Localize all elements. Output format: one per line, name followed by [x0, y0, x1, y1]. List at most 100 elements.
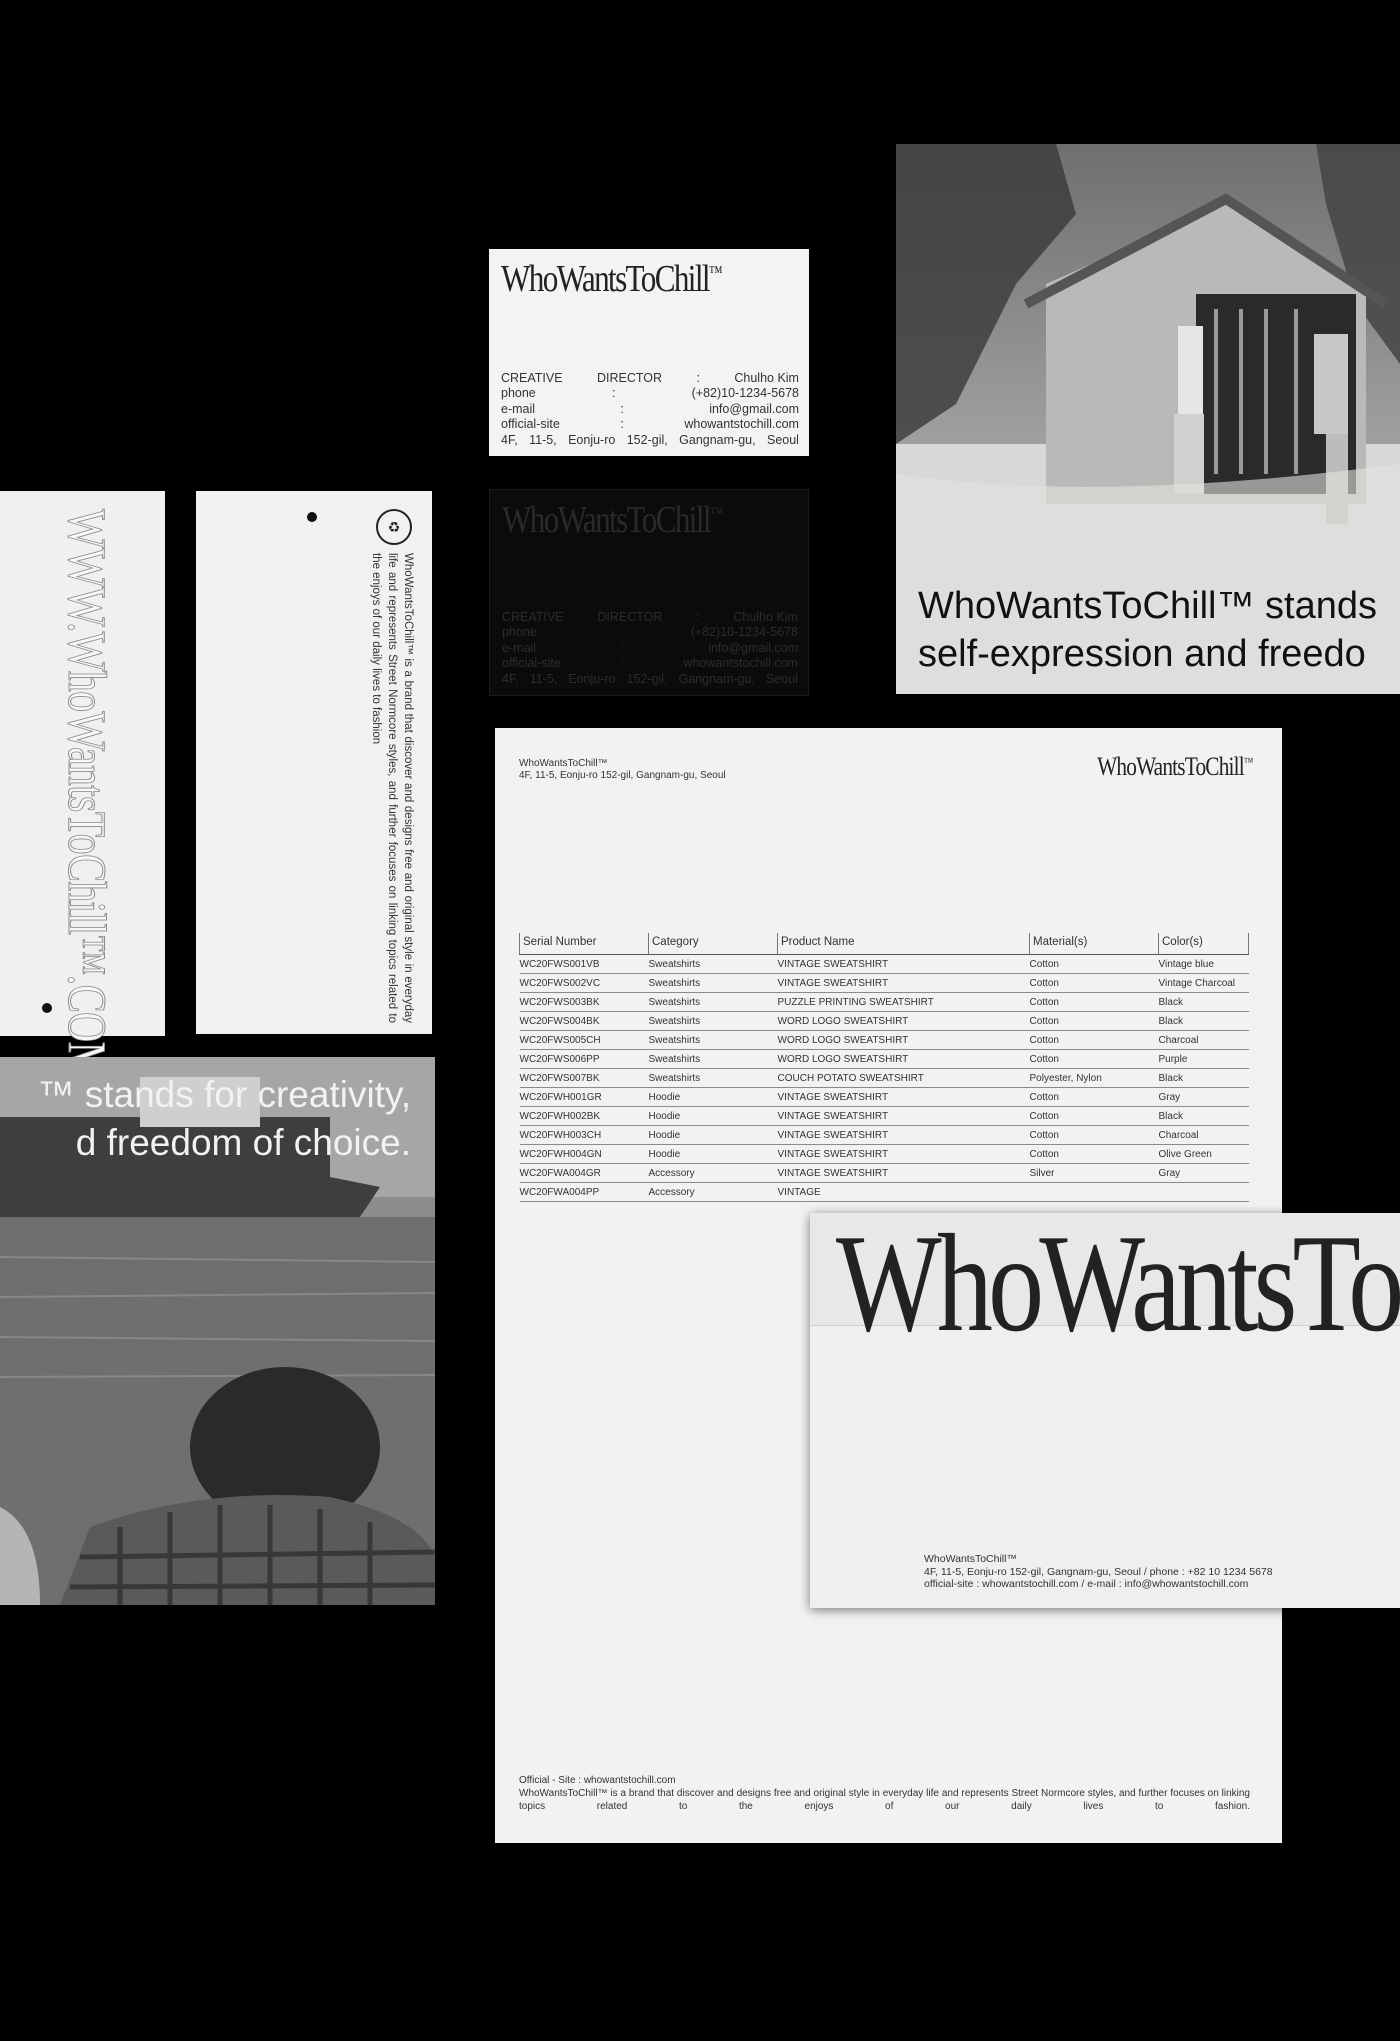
table-cell: Accessory — [648, 1182, 778, 1202]
table-cell: Vintage Charcoal — [1158, 973, 1249, 993]
table-cell: Vintage blue — [1158, 954, 1249, 974]
table-cell: Cotton — [1029, 1011, 1159, 1031]
table-row: WC20FWS006PP Sweatshirts WORD LOGO SWEATSH… — [519, 1049, 1249, 1069]
table-cell: VINTAGE SWEATSHIRT — [777, 1144, 1030, 1164]
table-cell: WC20FWS002VC — [519, 973, 649, 993]
business-card-white: WhoWantsToChill™ CREATIVE DIRECTOR: Chulho… — [489, 249, 809, 456]
table-row: WC20FWS004BK Sweatshirts WORD LOGO SWEATSH… — [519, 1011, 1249, 1031]
tag-hole — [307, 512, 317, 522]
table-cell: WC20FWS005CH — [519, 1030, 649, 1050]
card-logo: WhoWantsToChill™ — [501, 258, 723, 300]
envelope: WhoWantsToC WhoWantsToChill™ 4F, 11-5, E… — [810, 1206, 1400, 1608]
table-cell: Silver — [1029, 1163, 1159, 1183]
table-cell: Hoodie — [648, 1106, 778, 1126]
card-info: CREATIVE DIRECTOR: Chulho Kim phone: (+82)1… — [502, 609, 798, 686]
table-cell: WC20FWH004GN — [519, 1144, 649, 1164]
table-cell: VINTAGE SWEATSHIRT — [777, 1087, 1030, 1107]
table-cell — [1158, 1182, 1249, 1202]
table-cell: WC20FWS006PP — [519, 1049, 649, 1069]
table-cell: WC20FWS004BK — [519, 1011, 649, 1031]
table-cell: Charcoal — [1158, 1030, 1249, 1050]
envelope-big-logo: WhoWantsToC — [836, 1206, 1400, 1361]
table-cell: WC20FWS001VB — [519, 954, 649, 974]
table-cell: Cotton — [1029, 1049, 1159, 1069]
table-cell: VINTAGE SWEATSHIRT — [777, 973, 1030, 993]
table-cell: Sweatshirts — [648, 954, 778, 974]
poster-headline: ™ stands for creativity, d freedom of ch… — [37, 1074, 411, 1163]
tag-copy-text: WhoWantsToChill™ is a brand that discove… — [370, 553, 414, 1023]
table-cell: Sweatshirts — [648, 1049, 778, 1069]
table-cell: WC20FWS003BK — [519, 992, 649, 1012]
table-row: WC20FWS003BK Sweatshirts PUZZLE PRINTING S… — [519, 992, 1249, 1012]
card-info: CREATIVE DIRECTOR: Chulho Kim phone: (+82)1… — [501, 370, 799, 447]
column-header: Category — [648, 933, 778, 955]
table-cell: Cotton — [1029, 954, 1159, 974]
hang-tag-copy: ♻ WhoWantsToChill™ is a brand that disco… — [196, 491, 432, 1034]
table-row: WC20FWS001VB Sweatshirts VINTAGE SWEATSHIR… — [519, 954, 1249, 974]
poster-headline: WhoWantsToChill™ stands self-expression … — [918, 585, 1377, 675]
table-cell: WC20FWH001GR — [519, 1087, 649, 1107]
table-row: WC20FWA004GR Accessory VINTAGE SWEATSHIRT S… — [519, 1163, 1249, 1183]
table-cell: Gray — [1158, 1163, 1249, 1183]
table-cell: Gray — [1158, 1087, 1249, 1107]
business-card-black: WhoWantsToChill™ CREATIVE DIRECTOR: Chulho… — [489, 489, 809, 696]
letterhead-logo: WhoWantsToChill™ — [1096, 752, 1253, 781]
table-cell: Hoodie — [648, 1144, 778, 1164]
table-row: WC20FWS005CH Sweatshirts WORD LOGO SWEATSH… — [519, 1030, 1249, 1050]
tag-hole — [42, 1003, 52, 1013]
table-row: WC20FWS007BK Sweatshirts COUCH POTATO SWEA… — [519, 1068, 1249, 1088]
column-header: Serial Number — [519, 933, 649, 955]
table-cell: WC20FWH003CH — [519, 1125, 649, 1145]
column-header: Material(s) — [1029, 933, 1159, 955]
table-cell: WORD LOGO SWEATSHIRT — [777, 1011, 1030, 1031]
table-cell: Accessory — [648, 1163, 778, 1183]
table-cell: Purple — [1158, 1049, 1249, 1069]
table-row: WC20FWA004PP Accessory VINTAGE — [519, 1182, 1249, 1202]
table-cell: VINTAGE SWEATSHIRT — [777, 1106, 1030, 1126]
table-cell: WC20FWH002BK — [519, 1106, 649, 1126]
table-cell: VINTAGE SWEATSHIRT — [777, 954, 1030, 974]
table-cell: Black — [1158, 992, 1249, 1012]
poster-photo-harbor: ™ stands for creativity, d freedom of ch… — [0, 1057, 435, 1605]
table-cell: WC20FWA004PP — [519, 1182, 649, 1202]
table-row: WC20FWH003CH Hoodie VINTAGE SWEATSHIRT Cott… — [519, 1125, 1249, 1145]
table-cell: Polyester, Nylon — [1029, 1068, 1159, 1088]
table-header-row: Serial Number Category Product Name Mate… — [519, 933, 1249, 955]
product-table: Serial Number Category Product Name Mate… — [519, 933, 1249, 1202]
table-cell: Black — [1158, 1011, 1249, 1031]
table-cell: Cotton — [1029, 1087, 1159, 1107]
table-row: WC20FWH002BK Hoodie VINTAGE SWEATSHIRT Cott… — [519, 1106, 1249, 1126]
table-cell: Black — [1158, 1106, 1249, 1126]
recycle-seal-icon: ♻ — [376, 509, 412, 545]
table-cell: Cotton — [1029, 1106, 1159, 1126]
table-cell: Cotton — [1029, 1125, 1159, 1145]
table-cell: Sweatshirts — [648, 992, 778, 1012]
table-cell: Cotton — [1029, 1030, 1159, 1050]
poster-photo-shed: WhoWantsToChill™ stands self-expression … — [896, 144, 1400, 694]
table-cell: Cotton — [1029, 992, 1159, 1012]
table-cell: VINTAGE SWEATSHIRT — [777, 1163, 1030, 1183]
table-cell: WC20FWA004GR — [519, 1163, 649, 1183]
table-cell: Olive Green — [1158, 1144, 1249, 1164]
card-logo: WhoWantsToChill™ — [502, 499, 724, 541]
table-cell: Sweatshirts — [648, 1068, 778, 1088]
table-cell: WC20FWS007BK — [519, 1068, 649, 1088]
table-cell: VINTAGE — [777, 1182, 1030, 1202]
letterhead-footer: Official - Site : whowantstochill.com Wh… — [519, 1775, 1250, 1812]
table-cell: Cotton — [1029, 973, 1159, 993]
table-cell: Sweatshirts — [648, 1030, 778, 1050]
table-cell: Sweatshirts — [648, 973, 778, 993]
table-row: WC20FWH004GN Hoodie VINTAGE SWEATSHIRT Cott… — [519, 1144, 1249, 1164]
table-cell: Hoodie — [648, 1125, 778, 1145]
table-cell: COUCH POTATO SWEATSHIRT — [777, 1068, 1030, 1088]
table-cell: Sweatshirts — [648, 1011, 778, 1031]
table-cell: WORD LOGO SWEATSHIRT — [777, 1049, 1030, 1069]
letterhead-address: WhoWantsToChill™ 4F, 11-5, Eonju-ro 152-… — [519, 758, 726, 781]
column-header: Product Name — [777, 933, 1030, 955]
tag-url-text: WWW.WhoWantsToChill™.COM — [57, 509, 118, 1079]
table-cell: Black — [1158, 1068, 1249, 1088]
table-cell: Cotton — [1029, 1144, 1159, 1164]
table-cell: Charcoal — [1158, 1125, 1249, 1145]
table-cell: WORD LOGO SWEATSHIRT — [777, 1030, 1030, 1050]
table-cell: VINTAGE SWEATSHIRT — [777, 1125, 1030, 1145]
